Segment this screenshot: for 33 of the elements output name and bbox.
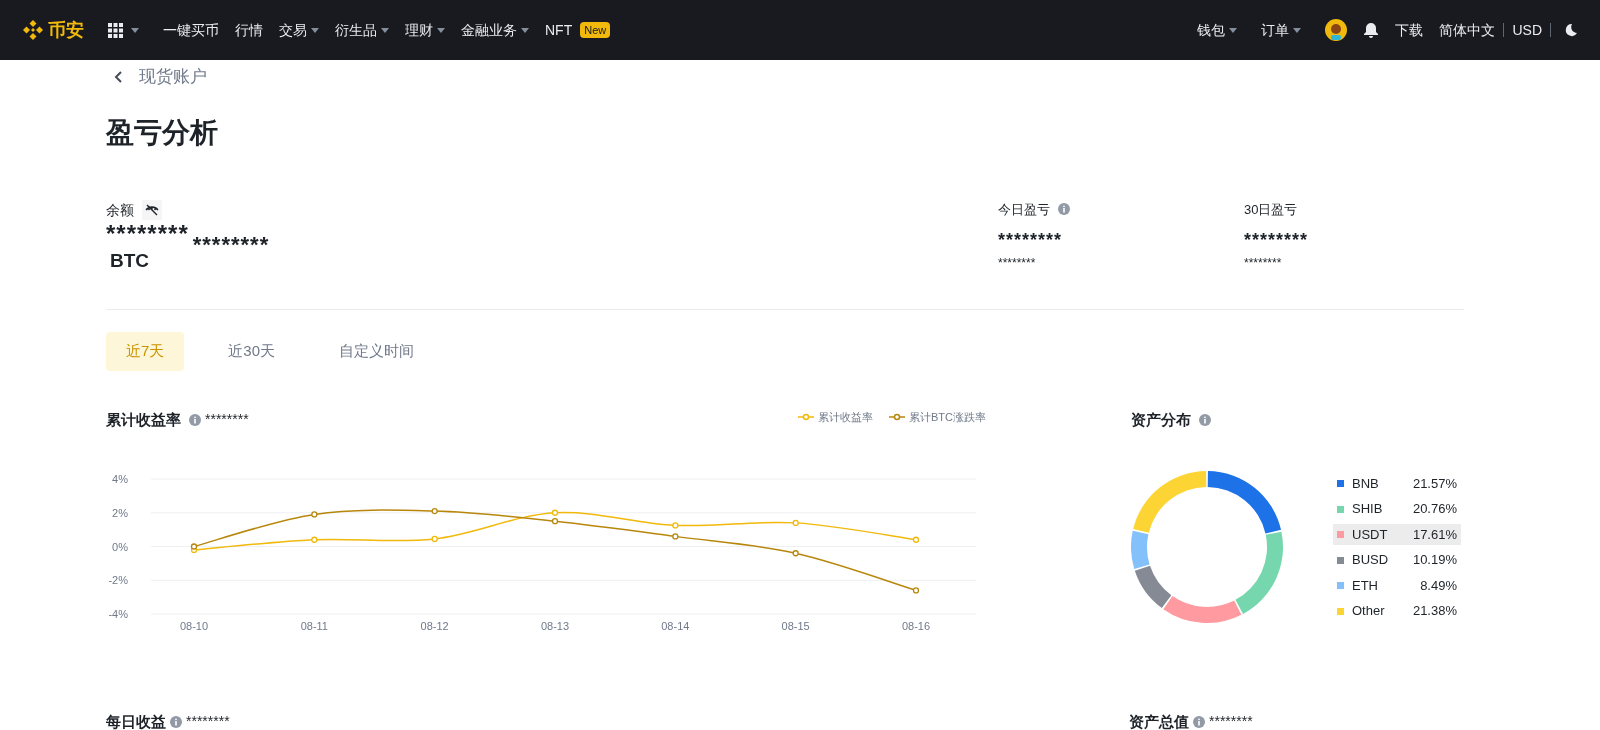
balance-label: 余额 xyxy=(106,200,134,220)
stat-value: ******** xyxy=(1244,229,1310,252)
chart-title: 资产分布 xyxy=(1131,409,1191,430)
y-tick-label: 4% xyxy=(112,473,128,486)
stat-sub-value: ******** xyxy=(998,255,1037,272)
x-tick-label: 08-12 xyxy=(420,620,449,633)
legend-label: 累计BTC涨跌率 xyxy=(909,409,986,425)
section-title: 每日收益 xyxy=(106,712,166,730)
x-tick-label: 08-10 xyxy=(179,620,209,633)
y-tick-label: -4% xyxy=(108,608,128,621)
currency-unit: BTC xyxy=(109,248,151,273)
y-tick-label: -2% xyxy=(108,574,128,587)
page-title: 盈亏分析 xyxy=(106,115,219,150)
x-tick-label: 08-14 xyxy=(661,620,690,633)
x-tick-label: 08-16 xyxy=(901,620,931,633)
stat-label: 今日盈亏 xyxy=(998,200,1050,219)
fiat-value: ******** xyxy=(192,232,270,257)
section-value: ******** xyxy=(186,712,230,730)
chart-value: ******** xyxy=(205,409,249,429)
y-tick-label: 0% xyxy=(112,540,128,553)
chart-title: 累计收益率 xyxy=(106,409,181,430)
x-tick-label: 08-15 xyxy=(781,620,810,633)
x-tick-label: 08-13 xyxy=(540,620,570,633)
stat-value: ******** xyxy=(998,229,1064,252)
section-title: 资产总值 xyxy=(1129,712,1189,730)
x-tick-label: 08-11 xyxy=(300,620,328,633)
new-badge: New xyxy=(580,22,611,38)
balance-value: ******** xyxy=(106,220,189,247)
y-tick-label: 2% xyxy=(112,507,128,520)
stat-label: 30日盈亏 xyxy=(1244,200,1298,219)
legend-label: 累计收益率 xyxy=(818,409,873,425)
section-value: ******** xyxy=(1209,712,1253,730)
stat-sub-value: ******** xyxy=(1244,255,1283,272)
